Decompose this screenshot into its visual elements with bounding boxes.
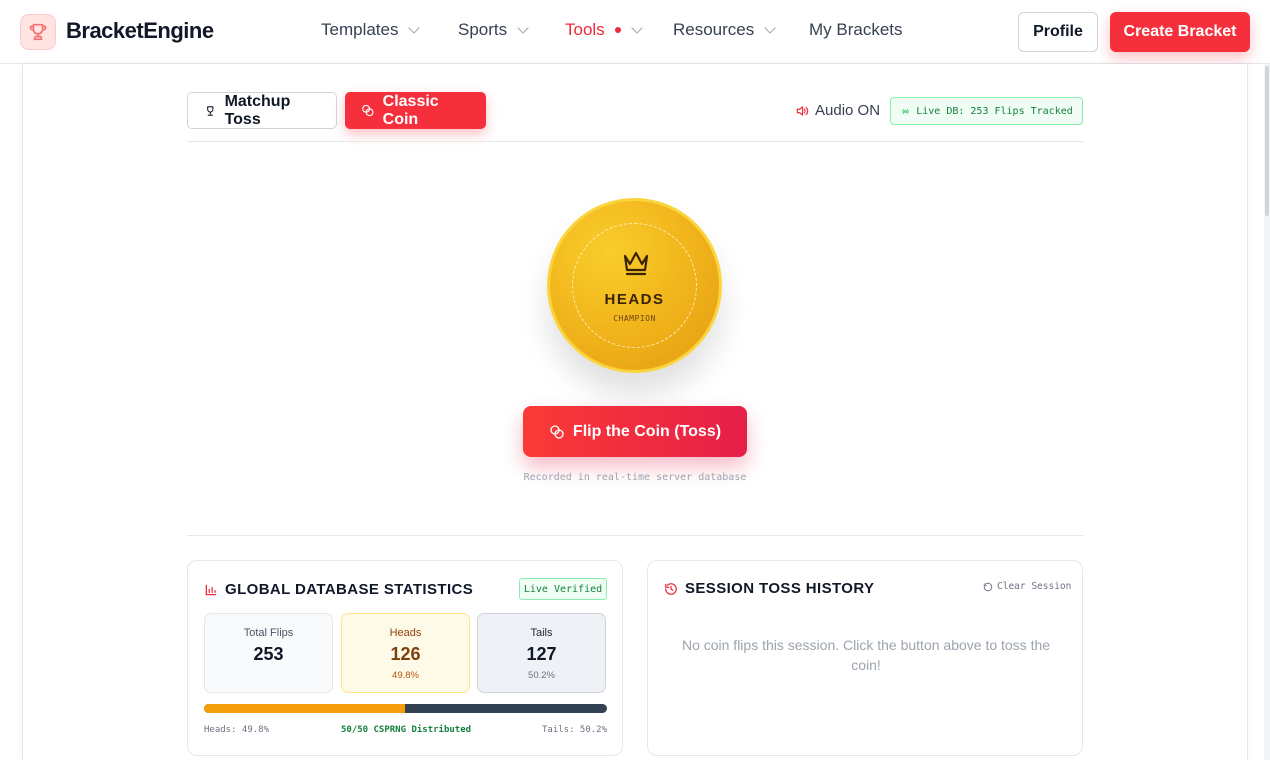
nav-templates[interactable]: Templates [321,20,421,40]
nav-templates-label: Templates [321,20,399,39]
flip-coin-button[interactable]: Flip the Coin (Toss) [523,406,747,457]
bar-distribution-label: 50/50 CSPRNG Distributed [341,725,472,735]
nav-tools[interactable]: Tools [565,20,643,40]
stat-percentage: 50.2% [528,670,555,681]
coin[interactable]: HEADS CHAMPION [547,198,722,373]
nav-my-brackets-label: My Brackets [809,20,903,39]
history-icon [665,582,677,595]
stat-percentage: 49.8% [392,670,419,681]
global-stats-card: GLOBAL DATABASE STATISTICS Live Verified… [187,560,623,756]
coins-icon [550,424,564,439]
bar-heads-label: Heads: 49.8% [204,725,270,735]
nav-sports[interactable]: Sports [458,20,529,40]
divider [187,141,1083,142]
brand-name[interactable]: BracketEngine [66,18,214,44]
chevron-down-icon [517,21,529,34]
divider [187,535,1083,536]
chevron-down-icon [408,21,421,34]
bar-chart-icon [205,584,217,595]
nav-tools-label: Tools [565,20,605,39]
tab-classic-label: Classic Coin [382,92,439,128]
create-bracket-button[interactable]: Create Bracket [1110,12,1250,52]
tab-matchup-toss[interactable]: Matchup Toss [187,92,337,129]
nav-my-brackets[interactable]: My Brackets [809,20,903,40]
nav-resources-label: Resources [673,20,755,39]
stat-value: 253 [253,644,284,664]
recorded-note: Recorded in real-time server database [523,472,747,483]
crown-icon [623,251,649,276]
chevron-down-icon [764,21,776,34]
stat-heads: Heads 126 49.8% [341,613,470,693]
stat-total-flips: Total Flips 253 [204,613,333,693]
broadcast-icon [902,108,909,114]
coin-face-label: HEADS [604,291,665,308]
scrollbar-thumb[interactable] [1265,66,1269,216]
stat-tails: Tails 127 50.2% [477,613,606,693]
tab-matchup-label: Matchup Toss [224,92,291,128]
live-db-badge: Live DB: 253 Flips Tracked [890,97,1083,125]
session-history-card: SESSION TOSS HISTORY Clear Session No co… [647,560,1083,756]
live-verified-badge: Live Verified [519,578,607,600]
live-db-label: Live DB: 253 Flips Tracked [916,105,1073,117]
stats-title-row: GLOBAL DATABASE STATISTICS [204,581,473,598]
history-empty-state: No coin flips this session. Click the bu… [681,637,1051,673]
clear-session-label: Clear Session [997,581,1072,592]
nav-sports-label: Sports [458,20,508,39]
trophy-icon [207,105,214,116]
chevron-down-icon [631,21,643,34]
bar-tails-label: Tails: 50.2% [542,725,608,735]
nav-resources[interactable]: Resources [673,20,776,40]
heads-tails-ratio-bar [204,704,607,713]
audio-toggle[interactable]: Audio ON [795,102,880,119]
stat-label: Tails [530,627,553,639]
stat-label: Heads [389,627,422,639]
stat-value: 127 [526,644,557,664]
coins-icon [362,104,374,117]
stat-value: 126 [390,644,421,664]
audio-label: Audio ON [815,102,881,119]
speaker-icon [796,105,809,116]
coin-dashed-ring [572,223,697,348]
clear-session-button[interactable]: Clear Session [983,581,1071,592]
active-indicator-dot [614,27,621,33]
stats-title: GLOBAL DATABASE STATISTICS [225,581,474,598]
stat-label: Total Flips [243,627,294,639]
history-title-row: SESSION TOSS HISTORY [664,580,874,597]
flip-button-label: Flip the Coin (Toss) [572,422,722,440]
refresh-icon [983,582,993,591]
top-navbar: BracketEngine Templates Sports Tools Res… [0,0,1270,64]
profile-button[interactable]: Profile [1018,12,1098,52]
heads-ratio-fill [204,704,405,713]
coin-subtitle: CHAMPION [613,314,656,323]
tab-classic-coin[interactable]: Classic Coin [345,92,486,129]
trophy-logo-icon[interactable] [20,14,56,50]
history-title: SESSION TOSS HISTORY [685,580,875,597]
